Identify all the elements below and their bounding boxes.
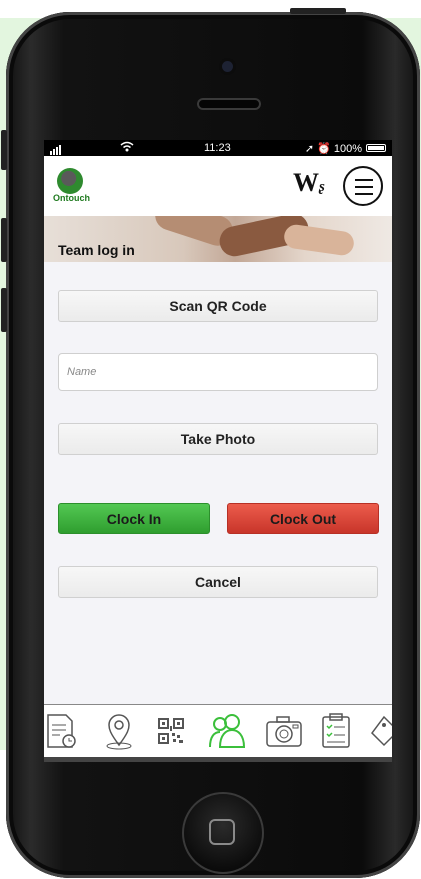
team-icon[interactable]	[206, 711, 250, 751]
w-brand-logo: Wʂ	[293, 168, 325, 197]
clock-in-button[interactable]: Clock In	[58, 503, 210, 534]
battery-icon	[366, 144, 386, 152]
checklist-icon[interactable]	[318, 711, 354, 751]
status-time: 11:23	[204, 142, 231, 154]
name-input[interactable]	[58, 353, 378, 391]
earpiece-speaker	[197, 98, 261, 110]
location-arrow-icon: ➚	[304, 143, 315, 155]
location-pin-icon[interactable]	[102, 711, 136, 751]
status-bar: 11:23 ➚ ⏰ 100%	[44, 140, 392, 156]
take-photo-button[interactable]: Take Photo	[58, 423, 378, 455]
timesheet-icon[interactable]	[44, 711, 80, 751]
ontouch-logo-icon	[57, 168, 83, 194]
mute-switch	[1, 130, 7, 170]
tag-icon[interactable]	[368, 711, 392, 751]
battery-percent: 100%	[333, 143, 362, 155]
home-button[interactable]	[182, 792, 264, 874]
team-banner: Team log in	[44, 216, 392, 262]
home-button-square-icon	[209, 819, 235, 845]
app-header: Ontouch Wʂ	[44, 156, 392, 216]
ontouch-logo-text: Ontouch	[53, 193, 90, 203]
front-camera	[222, 61, 233, 72]
hamburger-menu-button[interactable]	[343, 166, 383, 206]
cancel-button[interactable]: Cancel	[58, 566, 378, 598]
volume-up-button	[1, 218, 7, 262]
alarm-icon: ⏰	[317, 143, 331, 155]
clock-out-button[interactable]: Clock Out	[227, 503, 379, 534]
phone-screen: 11:23 ➚ ⏰ 100% Ontouch Wʂ Team log in Sc…	[44, 140, 392, 762]
ontouch-logo[interactable]: Ontouch	[53, 168, 97, 208]
power-button	[290, 8, 346, 14]
qr-code-icon[interactable]	[156, 711, 186, 751]
wifi-icon	[120, 141, 134, 155]
signal-icon	[50, 143, 62, 155]
volume-down-button	[1, 288, 7, 332]
page-title: Team log in	[58, 242, 135, 258]
status-right: ➚ ⏰ 100%	[305, 142, 362, 155]
bottom-tab-bar	[44, 704, 392, 762]
camera-icon[interactable]	[264, 711, 304, 751]
banner-hands-image-3	[282, 223, 356, 257]
scan-qr-button[interactable]: Scan QR Code	[58, 290, 378, 322]
